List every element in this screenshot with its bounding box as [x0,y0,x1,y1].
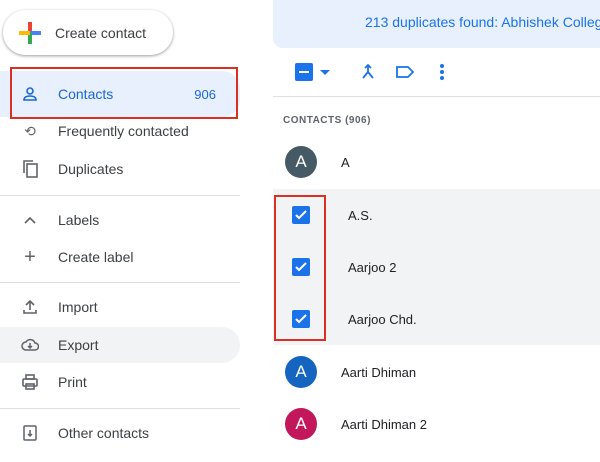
label-icon[interactable] [393,60,417,84]
plus-icon: + [24,245,36,268]
sidebar-item-labels[interactable]: Labels [0,202,240,238]
contact-row[interactable]: A Aarti Dhiman [273,346,600,398]
sidebar-item-print[interactable]: Print [0,364,240,400]
contact-name: Aarjoo Chd. [348,311,417,327]
divider [0,282,240,283]
archive-icon [20,423,40,443]
sidebar-item-other-contacts[interactable]: Other contacts [0,415,240,451]
sidebar-item-frequently-contacted[interactable]: ⟲ Frequently contacted [0,113,240,149]
sidebar-item-export[interactable]: Export [0,327,240,363]
highlight-box [10,67,238,119]
sidebar-item-label: Create label [58,249,134,265]
avatar: A [285,356,317,388]
sidebar-item-label: Frequently contacted [58,123,189,139]
sidebar-item-import[interactable]: Import [0,289,240,325]
contact-row[interactable]: A Aarti Dhiman 2 [273,398,600,450]
sidebar-item-label: Export [58,337,99,353]
sidebar-item-label: Duplicates [58,161,124,177]
sidebar-item-duplicates[interactable]: Duplicates [0,151,240,187]
select-checkbox[interactable] [292,60,316,84]
more-vert-icon[interactable] [432,60,452,84]
contact-row[interactable]: AA [273,136,600,188]
banner-text: 213 duplicates found: Abhishek Colleg, [365,14,600,30]
contact-name: Aarti Dhiman 2 [341,416,427,432]
merge-icon[interactable] [356,60,380,84]
upload-icon [20,297,40,317]
sidebar-item-label: Print [58,374,87,390]
contact-name: A.S. [348,207,373,223]
sidebar-item-label: Import [58,299,98,315]
plus-icon [19,21,41,44]
chevron-up-icon [20,210,40,230]
copy-icon [20,159,40,179]
list-header: CONTACTS (906) [283,115,371,126]
avatar: A [285,146,317,178]
print-icon [20,372,40,392]
history-icon: ⟲ [24,122,36,139]
contact-name: A [341,154,350,170]
divider [273,96,600,97]
contact-name: Aarjoo 2 [348,259,397,275]
divider [0,408,240,409]
sidebar-item-label: Other contacts [58,425,150,441]
divider [0,195,240,196]
sidebar-item-label: Labels [58,212,100,228]
create-contact-button[interactable]: Create contact [3,10,173,55]
avatar: A [285,408,317,440]
duplicates-banner[interactable]: 213 duplicates found: Abhishek Colleg, [273,0,600,48]
select-dropdown-chevron-icon[interactable] [318,60,332,84]
create-contact-label: Create contact [55,24,147,41]
cloud-download-icon [20,335,40,355]
contact-name: Aarti Dhiman [341,364,417,380]
highlight-box [274,195,326,341]
sidebar-item-create-label[interactable]: + Create label [0,239,240,275]
